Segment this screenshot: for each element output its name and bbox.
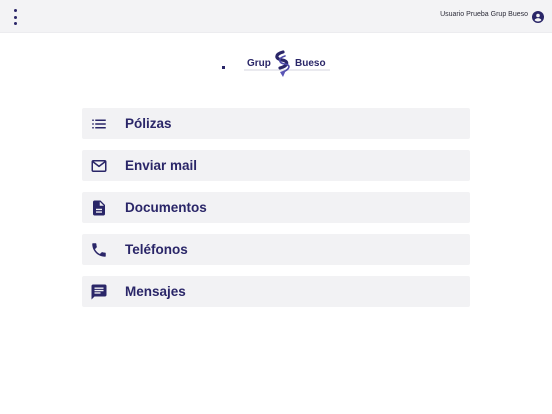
list-icon [92, 119, 106, 129]
menu-item-label: Enviar mail [125, 158, 198, 173]
menu-item-mensajes[interactable]: Mensajes [82, 276, 470, 307]
menu-item-label: Teléfonos [125, 242, 188, 257]
logo-text-bueso: Bueso [295, 58, 326, 69]
mail-icon [91, 160, 107, 172]
company-logo: Grup Bueso [220, 50, 332, 80]
account-circle-icon[interactable] [532, 11, 544, 23]
top-app-bar: Usuario Prueba Grup Bueso [0, 0, 552, 33]
user-name: Usuario Prueba Grup Bueso [440, 11, 528, 18]
main-menu: Pólizas Enviar mail Documentos Teléfonos [82, 108, 470, 318]
message-icon [91, 284, 107, 300]
menu-item-polizas[interactable]: Pólizas [82, 108, 470, 139]
document-icon [93, 200, 105, 216]
menu-item-telefonos[interactable]: Teléfonos [82, 234, 470, 265]
more-vert-icon[interactable] [9, 9, 21, 25]
menu-item-label: Pólizas [125, 116, 172, 131]
menu-item-enviar-mail[interactable]: Enviar mail [82, 150, 470, 181]
menu-item-documentos[interactable]: Documentos [82, 192, 470, 223]
logo-text-grup: Grup [247, 58, 271, 69]
phone-icon [92, 243, 106, 257]
menu-item-label: Documentos [125, 200, 207, 215]
menu-item-label: Mensajes [125, 284, 186, 299]
